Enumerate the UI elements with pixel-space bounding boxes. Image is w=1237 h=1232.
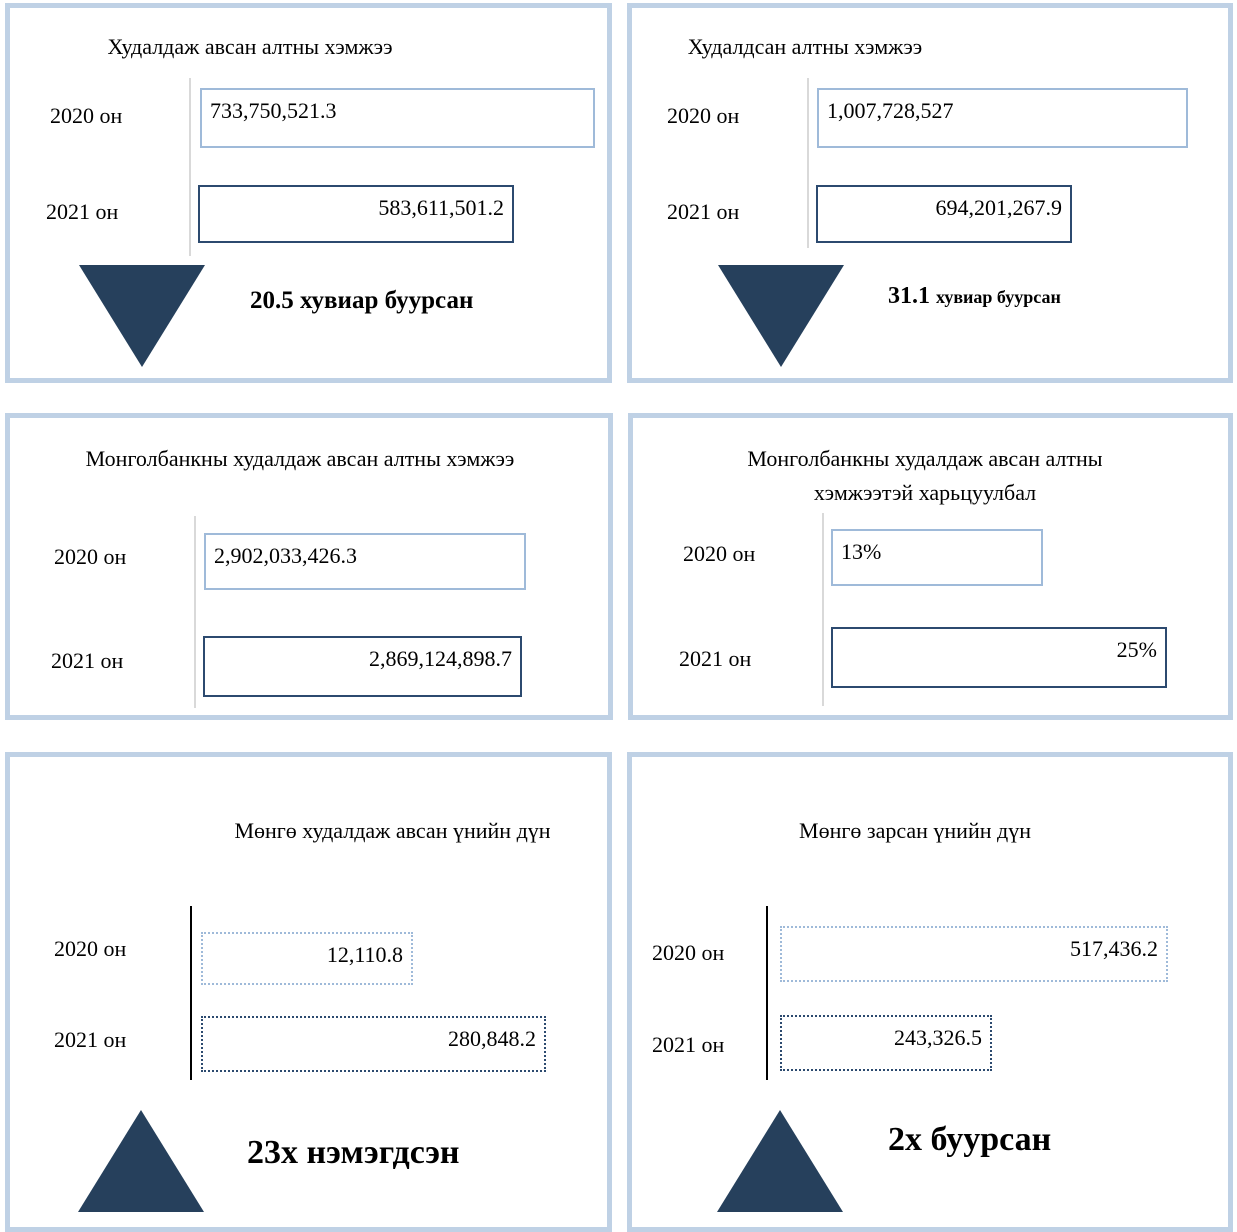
chart-title-central-bank-share: Монголбанкны худалдаж авсан алтны хэмжээ… [747, 446, 1103, 505]
bar-2020: 733,750,521.3 [200, 88, 595, 148]
bar-2021: 583,611,501.2 [198, 185, 514, 243]
bar-2021: 280,848.2 [201, 1016, 546, 1072]
chart-title-silver-sold: Мөнгө зарсан үнийн дүн [799, 818, 1031, 843]
category-axis [194, 516, 196, 708]
tick-label-2021: 2021 он [51, 648, 124, 673]
bar-2020: 13% [831, 529, 1043, 586]
category-axis [807, 78, 809, 248]
tick-label-2020: 2020 он [667, 103, 740, 128]
tick-label-2021: 2021 он [652, 1032, 725, 1057]
bar-2020: 12,110.8 [201, 932, 413, 985]
chart-title-gold-sold: Худалдсан алтны хэмжээ [687, 34, 923, 59]
bar-2020: 1,007,728,527 [817, 88, 1188, 148]
category-axis [190, 906, 192, 1080]
tick-label-2021: 2021 он [679, 646, 752, 671]
chart-title-gold-bought: Худалдаж авсан алтны хэмжээ [107, 34, 393, 59]
tick-label-2020: 2020 он [683, 541, 756, 566]
tick-label-2021: 2021 он [667, 199, 740, 224]
change-annotation: 2х буурсан [888, 1121, 1052, 1158]
change-annotation: 20.5 хувиар буурсан [250, 287, 474, 314]
category-axis [766, 906, 768, 1080]
chart-title-silver-bought: Мөнгө худалдаж авсан үнийн дүн [234, 818, 551, 843]
bar-2021: 2,869,124,898.7 [203, 636, 522, 697]
tick-label-2020: 2020 он [54, 936, 127, 961]
category-axis [822, 513, 824, 706]
down-arrow-icon [718, 265, 844, 367]
tick-label-2020: 2020 он [50, 103, 123, 128]
tick-label-2021: 2021 он [54, 1027, 127, 1052]
up-arrow-icon [717, 1110, 843, 1212]
tick-label-2020: 2020 он [54, 544, 127, 569]
chart-title-central-bank-gold: Монголбанкны худалдаж авсан алтны хэмжээ [85, 446, 515, 471]
down-arrow-icon [79, 265, 205, 367]
bar-2020: 517,436.2 [780, 926, 1168, 982]
change-annotation: 31.1 хувиар буурсан [888, 283, 1061, 309]
bar-2020: 2,902,033,426.3 [204, 533, 526, 590]
tick-label-2020: 2020 он [652, 940, 725, 965]
bar-2021: 25% [831, 627, 1167, 688]
category-axis [189, 78, 191, 256]
tick-label-2021: 2021 он [46, 199, 119, 224]
up-arrow-icon [78, 1110, 204, 1212]
change-annotation: 23х нэмэгдсэн [247, 1134, 460, 1171]
bar-2021: 243,326.5 [780, 1015, 992, 1071]
bar-2021: 694,201,267.9 [816, 185, 1072, 243]
